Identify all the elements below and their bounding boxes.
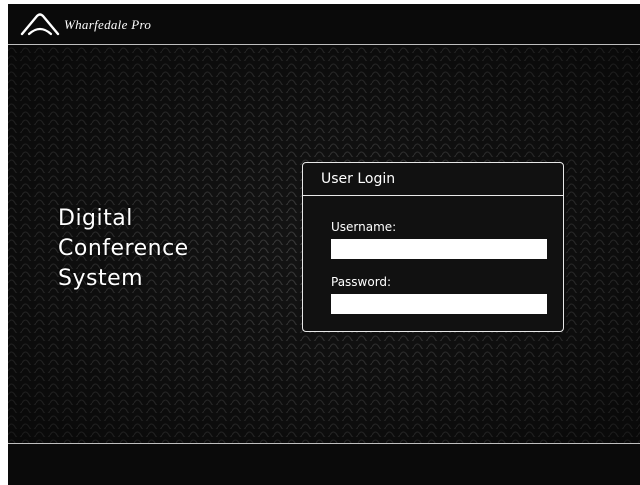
header-bar: Wharfedale Pro (8, 4, 640, 44)
wharfedale-logo-icon (20, 13, 60, 36)
app-window: Wharfedale Pro Digital Conference System (8, 4, 640, 485)
brand-name: Wharfedale Pro (64, 17, 151, 32)
username-label: Username: (331, 220, 397, 234)
system-title-line-2: Conference (58, 236, 189, 261)
password-input[interactable] (331, 294, 547, 314)
brand-wordmark: Wharfedale Pro (64, 17, 151, 32)
password-label: Password: (331, 275, 392, 289)
system-title-line-1: Digital (58, 206, 133, 231)
username-input[interactable] (331, 239, 547, 259)
login-panel-header: User Login (303, 163, 563, 196)
login-title: User Login (321, 171, 396, 187)
system-title: Digital Conference System (58, 204, 278, 294)
login-panel: User Login Username: Password: (302, 162, 564, 332)
footer-bar (8, 444, 640, 485)
system-title-line-3: System (58, 266, 144, 291)
